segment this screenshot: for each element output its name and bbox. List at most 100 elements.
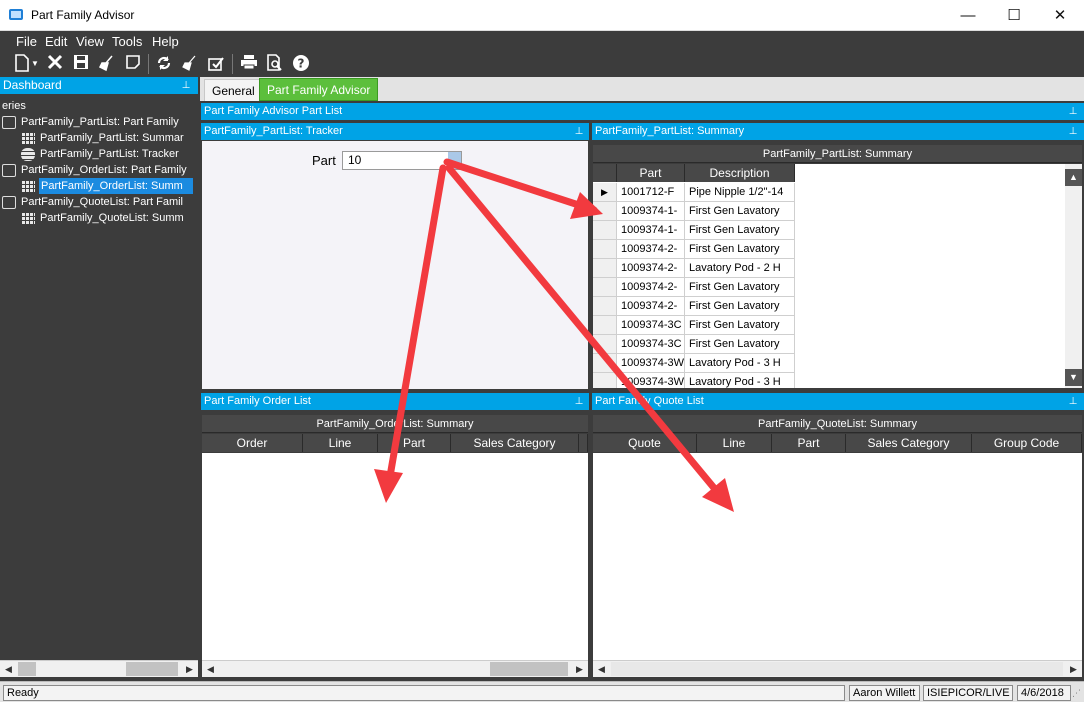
scroll-left-icon[interactable]: ◀ [202,661,219,677]
scroll-right-icon[interactable]: ▶ [181,661,198,677]
menu-tools[interactable]: Tools [112,34,142,49]
column-header-part[interactable]: Part [378,434,451,452]
dashboard-hscrollbar[interactable]: ◀ ▶ [0,660,198,677]
cell-part[interactable]: 1009374-1- [617,202,685,221]
edit-icon[interactable] [206,54,226,74]
cell-part[interactable]: 1009374-3W [617,354,685,373]
cell-part[interactable]: 1009374-2- [617,240,685,259]
cell-description[interactable]: First Gen Lavatory [685,278,795,297]
cell-description[interactable]: First Gen Lavatory [685,240,795,259]
cell-description[interactable]: First Gen Lavatory [685,335,795,354]
column-header-description[interactable]: Description [685,164,795,182]
pin-icon[interactable]: ⊥ [1067,103,1079,120]
scroll-left-icon[interactable]: ◀ [593,661,610,677]
cell-description[interactable]: Lavatory Pod - 2 H [685,259,795,278]
scroll-right-icon[interactable]: ▶ [571,661,588,677]
orderlist-hscrollbar[interactable]: ◀ ▶ [202,660,588,677]
cell-part[interactable]: 1001712-F [617,183,685,202]
cell-description[interactable]: Pipe Nipple 1/2"-14 [685,183,795,202]
tree-item-quotelist-query[interactable]: PartFamily_QuoteList: Part Famil [2,194,183,210]
quotelist-hscrollbar[interactable]: ◀ ▶ [593,660,1082,677]
tree-item-label: PartFamily_PartList: Part Family [21,116,179,128]
column-header-group-code[interactable]: Group Code [972,434,1082,452]
cell-description[interactable]: First Gen Lavatory [685,221,795,240]
cell-part[interactable]: 1009374-3C [617,335,685,354]
column-header-line[interactable]: Line [697,434,772,452]
column-header-part[interactable]: Part [772,434,846,452]
pin-icon[interactable]: ⊥ [573,393,585,410]
minimize-button[interactable]: — [945,0,991,31]
cell-part[interactable]: 1009374-2- [617,278,685,297]
note-icon[interactable] [123,54,143,74]
pin-icon[interactable]: ⊥ [573,123,585,140]
summary-vscrollbar[interactable]: ▲ ▼ [1065,164,1082,388]
summary-grid: Part Description ▶ 1001712-F Pipe Nipple 1… [593,164,1065,388]
dropdown-icon[interactable]: ▼ [30,54,40,74]
clear-all-icon[interactable] [180,54,200,74]
tab-part-family-advisor[interactable]: Part Family Advisor [259,78,379,101]
row-selector[interactable] [593,373,617,388]
scroll-thumb[interactable] [18,662,36,676]
print-icon[interactable] [239,54,259,74]
menu-help[interactable]: Help [152,34,179,49]
column-header-order[interactable]: Order [202,434,303,452]
tree-item-partlist-tracker[interactable]: PartFamily_PartList: Tracker [21,146,179,162]
print-preview-icon[interactable] [265,54,285,74]
cell-part[interactable]: 1009374-3C [617,316,685,335]
row-selector[interactable] [593,240,617,259]
tree-item-orderlist-query[interactable]: PartFamily_OrderList: Part Family [2,162,187,178]
row-selector[interactable] [593,202,617,221]
maximize-button[interactable]: ☐ [991,0,1037,31]
tree-item-orderlist-summary[interactable]: PartFamily_OrderList: Summ [21,178,193,194]
tree-item-partlist-summary[interactable]: PartFamily_PartList: Summar [21,130,184,146]
menu-view[interactable]: View [76,34,104,49]
row-selector[interactable] [593,316,617,335]
tree-item-quotelist-summary[interactable]: PartFamily_QuoteList: Summ [21,210,184,226]
scroll-thumb[interactable] [126,662,178,676]
delete-icon[interactable] [45,54,65,74]
row-selector[interactable] [593,297,617,316]
row-selector[interactable] [593,335,617,354]
column-header-sales-category[interactable]: Sales Category [846,434,972,452]
cell-description[interactable]: First Gen Lavatory [685,297,795,316]
part-lookup-button[interactable] [448,152,461,169]
row-selector[interactable] [593,354,617,373]
scroll-right-icon[interactable]: ▶ [1065,661,1082,677]
row-selector[interactable] [593,221,617,240]
close-button[interactable]: ✕ [1037,0,1083,31]
scroll-up-icon[interactable]: ▲ [1065,169,1082,186]
cell-part[interactable]: 1009374-1- [617,221,685,240]
cell-part[interactable]: 1009374-3W [617,373,685,388]
row-selector[interactable]: ▶ [593,183,617,202]
row-selector[interactable] [593,259,617,278]
cell-description[interactable]: First Gen Lavatory [685,316,795,335]
save-icon[interactable] [71,54,91,74]
cell-part[interactable]: 1009374-2- [617,297,685,316]
scroll-left-icon[interactable]: ◀ [0,661,17,677]
resize-grip-icon[interactable]: ⋰ [1072,688,1081,699]
pin-icon[interactable]: ⊥ [180,77,192,94]
scroll-thumb[interactable] [611,662,1063,676]
clear-icon[interactable] [97,54,117,74]
part-input[interactable]: 10 [342,151,462,170]
tab-general[interactable]: General [204,79,263,101]
scroll-down-icon[interactable]: ▼ [1065,369,1082,386]
cell-description[interactable]: Lavatory Pod - 3 H [685,373,795,388]
column-header-line[interactable]: Line [303,434,378,452]
menu-edit[interactable]: Edit [45,34,67,49]
refresh-icon[interactable] [154,54,174,74]
tree-item-partlist-query[interactable]: PartFamily_PartList: Part Family [2,114,179,130]
cell-description[interactable]: Lavatory Pod - 3 H [685,354,795,373]
new-icon[interactable] [12,54,32,74]
row-selector[interactable] [593,278,617,297]
pin-icon[interactable]: ⊥ [1067,123,1079,140]
cell-description[interactable]: First Gen Lavatory [685,202,795,221]
cell-part[interactable]: 1009374-2- [617,259,685,278]
column-header-sales-category[interactable]: Sales Category [451,434,579,452]
menu-file[interactable]: File [16,34,37,49]
column-header-quote[interactable]: Quote [593,434,697,452]
pin-icon[interactable]: ⊥ [1067,393,1079,410]
scroll-thumb[interactable] [490,662,568,676]
help-icon[interactable]: ? [291,54,311,74]
column-header-part[interactable]: Part [617,164,685,182]
